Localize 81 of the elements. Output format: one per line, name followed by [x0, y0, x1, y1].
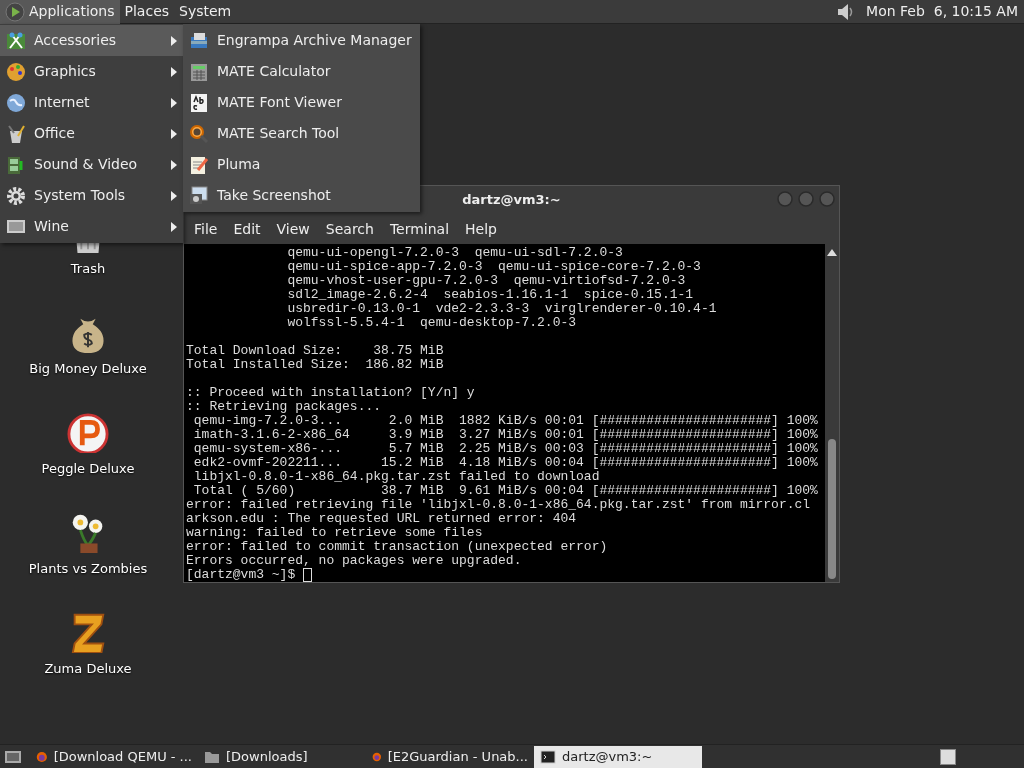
terminal-line: Errors occurred, no packages were upgraded.: [186, 554, 523, 568]
cursor: [303, 568, 313, 582]
menu-bar-item[interactable]: View: [268, 218, 318, 240]
scroll-up-arrow-icon[interactable]: [827, 248, 837, 256]
menu-item[interactable]: Engrampa Archive Manager: [183, 25, 420, 56]
terminal-line: error: failed to commit transaction (unexpected error): [186, 540, 609, 554]
terminal-line: :: Retrieving packages...: [186, 400, 383, 414]
camera-icon: [189, 185, 209, 206]
terminal-line: error: failed retrieving file 'libjxl-0.8.0-1-x86_64.pkg.tar.zst' from mirror.cl: [186, 498, 812, 512]
menu-bar-item[interactable]: Terminal: [381, 218, 458, 240]
panel-menu[interactable]: Places: [119, 0, 175, 24]
submenu-arrow-icon: [171, 35, 177, 46]
menu-item[interactable]: Office: [0, 118, 183, 149]
terminal-line: Total Installed Size: 186.82 MiB: [186, 358, 445, 372]
magnifier-icon: [189, 123, 209, 144]
menu-item[interactable]: System Tools: [0, 180, 183, 211]
terminal-icon: [540, 748, 556, 765]
menu-item[interactable]: Wine: [0, 211, 183, 242]
terminal-line: qemu-system-x86-... 5.7 MiB 2.25 MiB/s 00:03 [######################] 100%: [192, 442, 819, 456]
icon-label[interactable]: Peggle Deluxe: [41, 459, 135, 479]
icon-label[interactable]: Plants vs Zombies: [28, 559, 148, 579]
clock[interactable]: Mon Feb 6, 10:15 AM: [861, 0, 1024, 24]
terminal-line: Total Download Size: 38.75 MiB: [186, 344, 445, 358]
font-viewer-icon: [189, 92, 209, 113]
terminal-line: :: Proceed with installation? [Y/n] y: [186, 386, 476, 400]
panel-menu[interactable]: Applications: [0, 0, 120, 24]
terminal-line: qemu-ui-opengl-7.2.0-3 qemu-ui-sdl-7.2.0-3: [286, 246, 624, 260]
terminal-line: qemu-vhost-user-gpu-7.2.0-3 qemu-virtiofsd-7.2.0-3: [286, 274, 687, 288]
terminal-line: libjxl-0.8.0-1-x86_64.pkg.tar.zst failed to download: [192, 470, 601, 484]
film-icon: [6, 154, 26, 175]
submenu-arrow-icon: [171, 190, 177, 201]
menu-item[interactable]: MATE Calculator: [183, 56, 420, 87]
taskbar-button[interactable]: [Downloads]: [198, 745, 366, 768]
menu-bar-item[interactable]: Edit: [225, 218, 269, 240]
submenu-arrow-icon: [171, 97, 177, 108]
terminal-line: sdl2_image-2.6.2-4 seabios-1.16.1-1 spice-0.15.1-1: [286, 288, 695, 302]
scissors-icon: [6, 30, 26, 51]
menu-item[interactable]: MATE Search Tool: [183, 118, 420, 149]
scrollbar-thumb[interactable]: [828, 439, 836, 579]
icon-label[interactable]: Big Money Deluxe: [29, 359, 147, 379]
terminal-line: arkson.edu : The requested URL returned error: 404: [186, 512, 578, 526]
menu-item[interactable]: Internet: [0, 87, 183, 118]
terminal-prompt: [dartz@vm3 ~]$: [186, 567, 297, 582]
workspace-switcher[interactable]: [940, 748, 956, 765]
taskbar-button[interactable]: [E2Guardian - Unab...: [366, 745, 534, 768]
terminal-line: usbredir-0.13.0-1 vde2-2.3.3-3 virglrenderer-0.10.4-1: [286, 302, 718, 316]
terminal-line: imath-3.1.6-2-x86_64 3.9 MiB 3.27 MiB/s 00:01 [######################] 100%: [192, 428, 819, 442]
scrollbar[interactable]: [825, 244, 839, 582]
terminal-line: wolfssl-5.5.4-1 qemu-desktop-7.2.0-3: [286, 316, 578, 330]
globe-icon: [6, 92, 26, 113]
terminal-line: qemu-ui-spice-app-7.2.0-3 qemu-ui-spice-core-7.2.0-3: [286, 260, 702, 274]
menu-item[interactable]: Graphics: [0, 56, 183, 87]
submenu-arrow-icon: [171, 221, 177, 232]
terminal-line: Total ( 5/60) 38.7 MiB 9.61 MiB/s 00:04 [######################] 100%: [192, 484, 819, 498]
cup-icon: [6, 123, 26, 144]
panel-menu[interactable]: System: [174, 0, 237, 24]
submenu-arrow-icon: [171, 159, 177, 170]
terminal-line: qemu-img-7.2.0-3... 2.0 MiB 1882 KiB/s 00:01 [######################] 100%: [192, 414, 819, 428]
gear-icon: [6, 185, 26, 206]
submenu-arrow-icon: [171, 128, 177, 139]
menu-item[interactable]: Take Screenshot: [183, 180, 420, 211]
window-title: dartz@vm3:~: [462, 191, 561, 210]
logo-icon: [5, 1, 25, 22]
menu-item[interactable]: Pluma: [183, 149, 420, 180]
menu-item[interactable]: Sound & Video: [0, 149, 183, 180]
terminal-line: warning: failed to retrieve some files: [186, 526, 484, 540]
taskbar-button[interactable]: dartz@vm3:~: [534, 745, 702, 768]
notepad-icon: [189, 154, 209, 175]
archive-icon: [189, 30, 209, 51]
menu-bar-item[interactable]: Search: [317, 218, 382, 240]
menu-item[interactable]: Accessories: [0, 25, 183, 56]
menu-bar-item[interactable]: File: [186, 218, 226, 240]
palette-icon: [6, 61, 26, 82]
icon-label[interactable]: Zuma Deluxe: [44, 659, 132, 679]
menu-bar-item[interactable]: Help: [457, 218, 505, 240]
icon-label[interactable]: Trash: [70, 259, 106, 279]
submenu-arrow-icon: [171, 66, 177, 77]
calculator-icon: [189, 61, 209, 82]
terminal-line: edk2-ovmf-202211... 15.2 MiB 4.18 MiB/s 00:04 [######################] 100%: [192, 456, 819, 470]
taskbar-button[interactable]: [Download QEMU - ...: [30, 745, 198, 768]
menu-item[interactable]: MATE Font Viewer: [183, 87, 420, 118]
